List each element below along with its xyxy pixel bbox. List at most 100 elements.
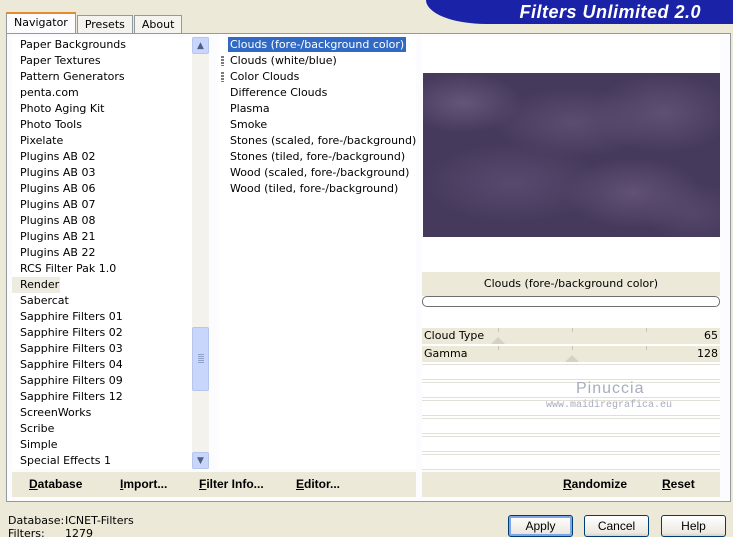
param-value: 128	[697, 347, 718, 360]
param-gamma[interactable]: Gamma 128	[422, 346, 720, 362]
filter-item-label: Wood (tiled, fore-/background)	[230, 182, 399, 195]
filters-label: Filters:	[8, 527, 45, 537]
slider-thumb[interactable]	[565, 355, 579, 362]
app-title: Filters Unlimited 2.0	[519, 2, 701, 22]
filter-item-label: Smoke	[230, 118, 268, 131]
slider-tick	[646, 328, 647, 332]
preview-image	[423, 73, 720, 237]
database-label: Database:	[8, 514, 65, 527]
scroll-thumb[interactable]	[192, 327, 209, 391]
empty-row	[422, 364, 720, 380]
header-banner: Filters Unlimited 2.0	[426, 0, 733, 24]
help-button[interactable]: Help	[661, 515, 726, 537]
scroll-up-button[interactable]: ▲	[192, 37, 209, 54]
slider-tick	[646, 346, 647, 350]
left-toolbar: Database Import... Filter Info... Editor…	[12, 472, 416, 497]
filter-item[interactable]: Smoke	[218, 117, 416, 133]
slider-tick	[498, 328, 499, 332]
filter-item[interactable]: Plasma	[218, 101, 416, 117]
favorite-marker-icon	[221, 56, 224, 66]
category-item[interactable]: Paper Backgrounds	[12, 37, 192, 53]
tab-bar: Navigator Presets About	[6, 12, 183, 34]
category-list[interactable]: Paper Backgrounds Paper Textures Pattern G…	[12, 37, 192, 469]
filter-item[interactable]: Wood (tiled, fore-/background)	[218, 181, 416, 197]
filters-count: 1279	[65, 527, 93, 537]
category-item[interactable]: Pixelate	[12, 133, 192, 149]
progress-bar	[422, 296, 720, 307]
filter-item[interactable]: Color Clouds	[218, 69, 416, 85]
filter-list[interactable]: Clouds (fore-/background color) Clouds (w…	[218, 37, 416, 469]
slider-tick	[572, 346, 573, 350]
category-item[interactable]: Sapphire Filters 09	[12, 373, 192, 389]
empty-row	[422, 418, 720, 434]
category-item[interactable]: Plugins AB 08	[12, 213, 192, 229]
tab-navigator[interactable]: Navigator	[6, 12, 76, 33]
cancel-button[interactable]: Cancel	[584, 515, 649, 537]
category-item[interactable]: RCS Filter Pak 1.0	[12, 261, 192, 277]
database-value: ICNET-Filters	[65, 514, 134, 527]
category-item[interactable]: Plugins AB 22	[12, 245, 192, 261]
tab-about[interactable]: About	[133, 15, 183, 34]
category-item[interactable]: Plugins AB 03	[12, 165, 192, 181]
filter-item-label: Wood (scaled, fore-/background)	[230, 166, 410, 179]
chevron-down-icon: ▼	[197, 455, 204, 466]
favorite-marker-icon	[221, 72, 224, 82]
status-area: Database:ICNET-Filters Filters: 1279	[8, 514, 134, 537]
filter-item[interactable]: Wood (scaled, fore-/background)	[218, 165, 416, 181]
category-item[interactable]: Scribe	[12, 421, 192, 437]
filter-item-label: Stones (scaled, fore-/background)	[230, 134, 417, 147]
param-cloud-type[interactable]: Cloud Type 65	[422, 328, 720, 344]
category-item[interactable]: Plugins AB 02	[12, 149, 192, 165]
category-item[interactable]: Simple	[12, 437, 192, 453]
category-scrollbar[interactable]: ▲ ▼	[192, 37, 209, 469]
filter-item[interactable]: Stones (tiled, fore-/background)	[218, 149, 416, 165]
category-item[interactable]: Sapphire Filters 02	[12, 325, 192, 341]
slider-thumb[interactable]	[491, 337, 505, 344]
watermark-url: www.maidiregrafica.eu	[546, 400, 673, 411]
category-item[interactable]: Plugins AB 06	[12, 181, 192, 197]
category-item[interactable]: Photo Tools	[12, 117, 192, 133]
empty-parameter-rows	[422, 364, 720, 472]
filter-info-button[interactable]: Filter Info...	[199, 477, 264, 491]
filter-item-label: Color Clouds	[230, 70, 300, 83]
category-item[interactable]: Special Effects 1	[12, 453, 192, 469]
parameter-sliders: Cloud Type 65 Gamma 128	[422, 328, 720, 364]
empty-row	[422, 382, 720, 398]
param-value: 65	[704, 329, 718, 342]
empty-row	[422, 436, 720, 452]
import-button[interactable]: Import...	[120, 477, 167, 491]
right-toolbar: Randomize Reset	[422, 472, 720, 497]
database-button[interactable]: Database	[29, 477, 82, 491]
category-item[interactable]: Sabercat	[12, 293, 192, 309]
category-item[interactable]: Sapphire Filters 01	[12, 309, 192, 325]
category-item[interactable]: Render	[12, 277, 60, 293]
category-item[interactable]: penta.com	[12, 85, 192, 101]
filter-item-label: Stones (tiled, fore-/background)	[230, 150, 406, 163]
reset-button[interactable]: Reset	[662, 477, 695, 491]
scroll-down-button[interactable]: ▼	[192, 452, 209, 469]
grip-icon	[198, 354, 204, 364]
watermark-name: Pinuccia	[576, 380, 645, 397]
param-name: Gamma	[424, 347, 468, 360]
filter-item[interactable]: Clouds (white/blue)	[218, 53, 416, 69]
category-item[interactable]: Sapphire Filters 12	[12, 389, 192, 405]
category-item[interactable]: Sapphire Filters 04	[12, 357, 192, 373]
empty-row	[422, 454, 720, 470]
category-item[interactable]: ScreenWorks	[12, 405, 192, 421]
apply-button[interactable]: Apply	[508, 515, 573, 537]
category-item[interactable]: Paper Textures	[12, 53, 192, 69]
category-item[interactable]: Pattern Generators	[12, 69, 192, 85]
category-item[interactable]: Photo Aging Kit	[12, 101, 192, 117]
category-item[interactable]: Sapphire Filters 03	[12, 341, 192, 357]
filter-item-label: Difference Clouds	[230, 86, 328, 99]
category-item[interactable]: Plugins AB 21	[12, 229, 192, 245]
filter-item-label: Clouds (white/blue)	[230, 54, 337, 67]
filter-item-label: Plasma	[230, 102, 270, 115]
category-item[interactable]: Plugins AB 07	[12, 197, 192, 213]
filter-item[interactable]: Clouds (fore-/background color)	[218, 37, 416, 53]
filter-item[interactable]: Difference Clouds	[218, 85, 416, 101]
editor-button[interactable]: Editor...	[296, 477, 340, 491]
tab-presets[interactable]: Presets	[76, 15, 133, 34]
randomize-button[interactable]: Randomize	[563, 477, 627, 491]
filter-item[interactable]: Stones (scaled, fore-/background)	[218, 133, 416, 149]
